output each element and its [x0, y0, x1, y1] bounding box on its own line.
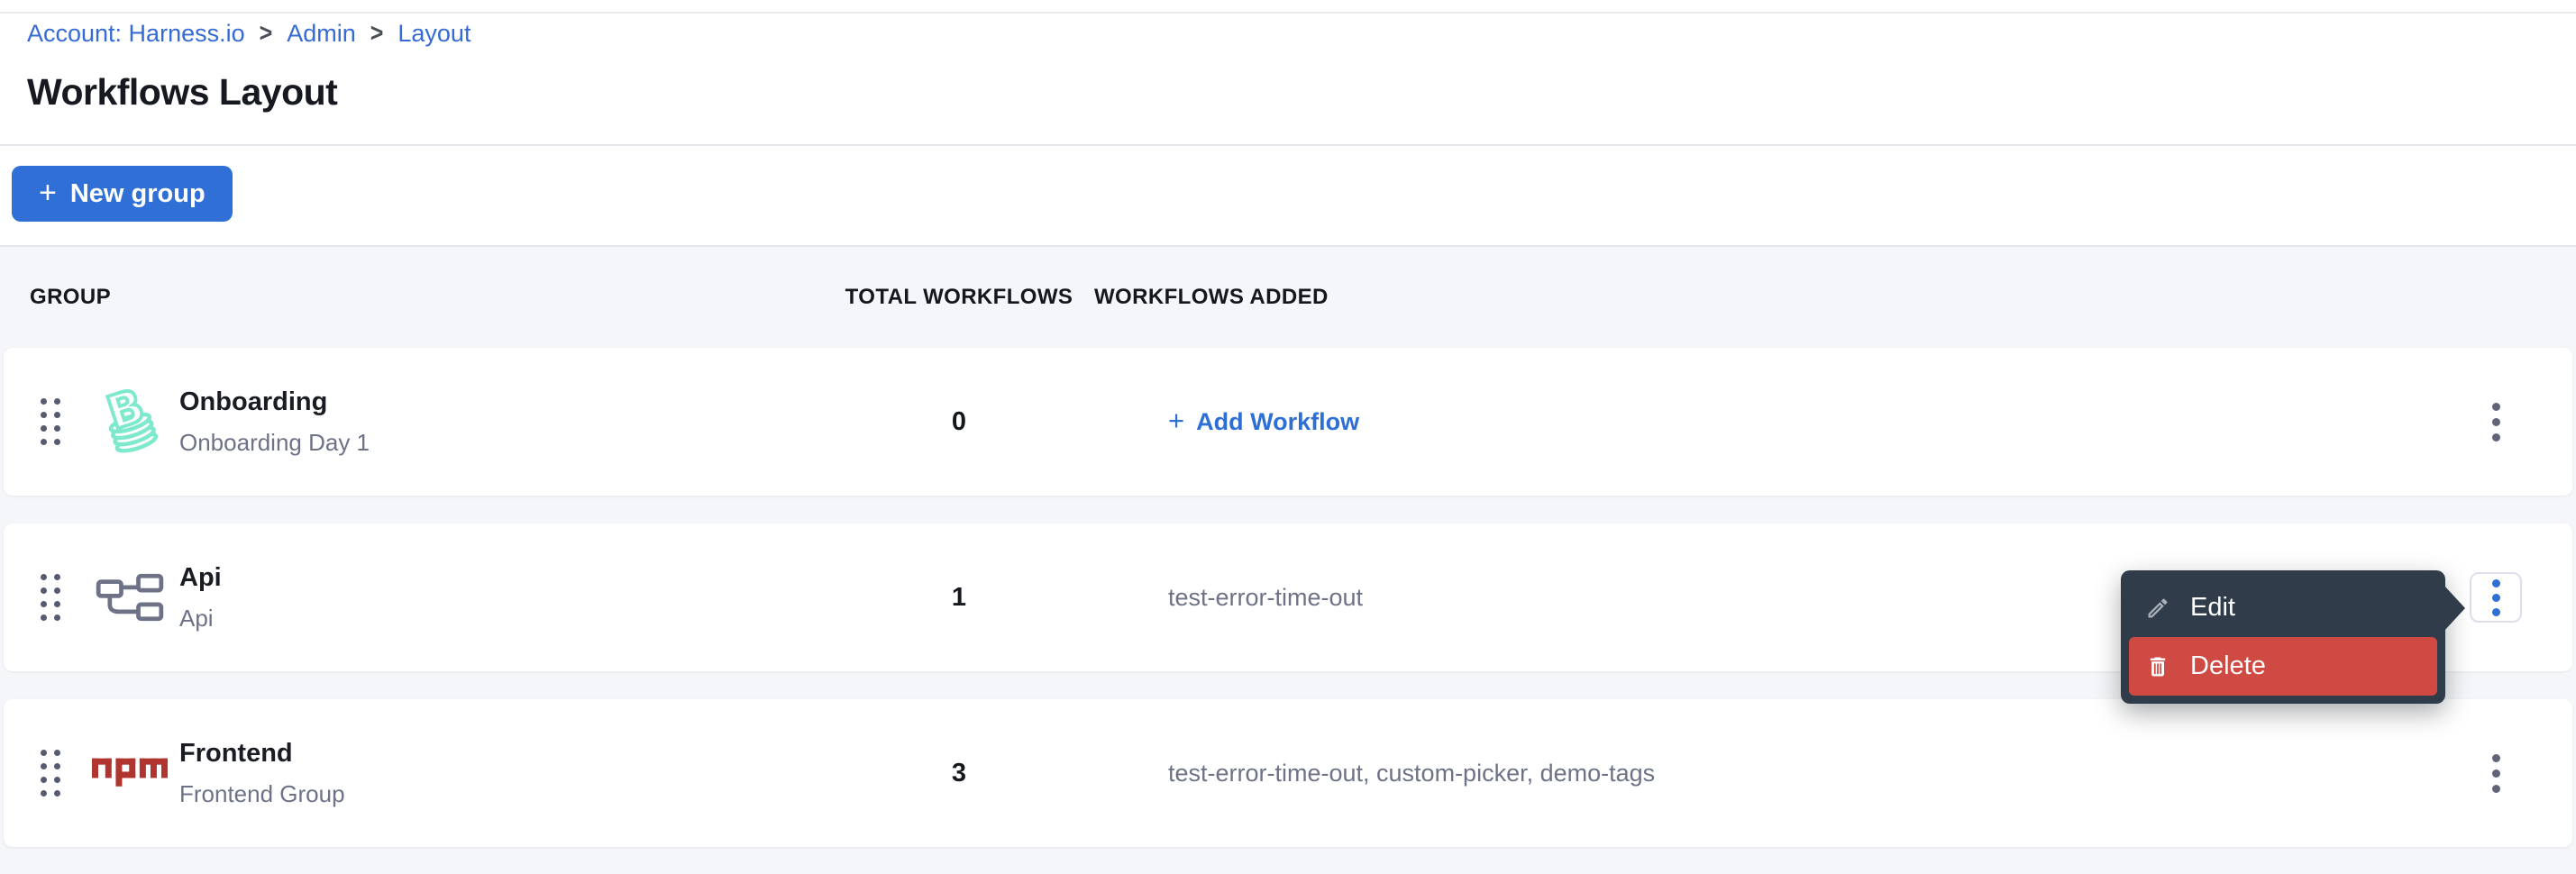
add-workflow-link[interactable]: + Add Workflow [1168, 406, 1359, 437]
drag-handle-icon[interactable] [35, 569, 66, 626]
top-divider [0, 12, 2576, 14]
new-group-button-label: New group [70, 179, 206, 209]
table-header-row: GROUP TOTAL WORKFLOWS WORKFLOWS ADDED [4, 247, 2572, 348]
pencil-icon [2145, 596, 2170, 621]
drag-handle-icon[interactable] [35, 393, 66, 451]
total-workflows-value: 1 [824, 583, 1094, 613]
menu-item-delete[interactable]: Delete [2129, 637, 2437, 696]
group-description: Api [179, 605, 806, 633]
plus-icon: + [39, 178, 57, 208]
drag-handle-icon[interactable] [35, 744, 66, 802]
svg-text:B: B [101, 379, 151, 441]
chevron-right-icon: > [260, 19, 273, 49]
plus-icon: + [1168, 405, 1184, 437]
breadcrumb-layout-link[interactable]: Layout [397, 20, 470, 48]
header-divider [0, 144, 2576, 146]
page-header: Account: Harness.io > Admin > Layout Wor… [27, 20, 470, 114]
npm-logo-icon [92, 758, 168, 788]
workflows-layout-table: GROUP TOTAL WORKFLOWS WORKFLOWS ADDED B [0, 247, 2576, 874]
group-name: Onboarding [179, 387, 806, 417]
total-workflows-value: 3 [824, 759, 1094, 788]
add-workflow-label: Add Workflow [1196, 408, 1359, 436]
row-menu-kebab-icon-active[interactable] [2470, 572, 2522, 623]
breadcrumb-admin-link[interactable]: Admin [287, 20, 356, 48]
page-title: Workflows Layout [27, 71, 470, 114]
row-menu-kebab-icon[interactable] [2480, 745, 2513, 802]
column-header-group: GROUP [4, 285, 824, 310]
breadcrumb: Account: Harness.io > Admin > Layout [27, 20, 470, 48]
menu-item-edit-label: Edit [2190, 593, 2235, 623]
menu-item-delete-label: Delete [2190, 651, 2266, 681]
menu-item-edit[interactable]: Edit [2129, 578, 2437, 637]
context-menu-arrow [2444, 585, 2465, 632]
table-row-frontend: Frontend Frontend Group 3 test-error-tim… [4, 699, 2572, 847]
new-group-button[interactable]: + New group [12, 166, 233, 222]
table-row-onboarding: B Onboarding Onboarding Day 1 0 + Add Wo… [4, 348, 2572, 496]
sitemap-icon [96, 572, 164, 623]
chevron-right-icon: > [370, 19, 384, 49]
group-description: Frontend Group [179, 780, 806, 808]
row-menu-kebab-icon[interactable] [2480, 394, 2513, 451]
group-name: Api [179, 563, 806, 593]
total-workflows-value: 0 [824, 407, 1094, 437]
column-header-workflows-added: WORKFLOWS ADDED [1094, 285, 2419, 310]
breadcrumb-account-link[interactable]: Account: Harness.io [27, 20, 245, 48]
workflows-added-value: test-error-time-out, custom-picker, demo… [1094, 760, 2419, 788]
stacked-layers-logo-icon: B [92, 378, 168, 465]
trash-icon [2145, 654, 2170, 679]
row-context-menu: Edit Delete [2121, 570, 2445, 704]
group-name: Frontend [179, 739, 806, 769]
column-header-total-workflows: TOTAL WORKFLOWS [824, 285, 1094, 310]
group-description: Onboarding Day 1 [179, 429, 806, 457]
